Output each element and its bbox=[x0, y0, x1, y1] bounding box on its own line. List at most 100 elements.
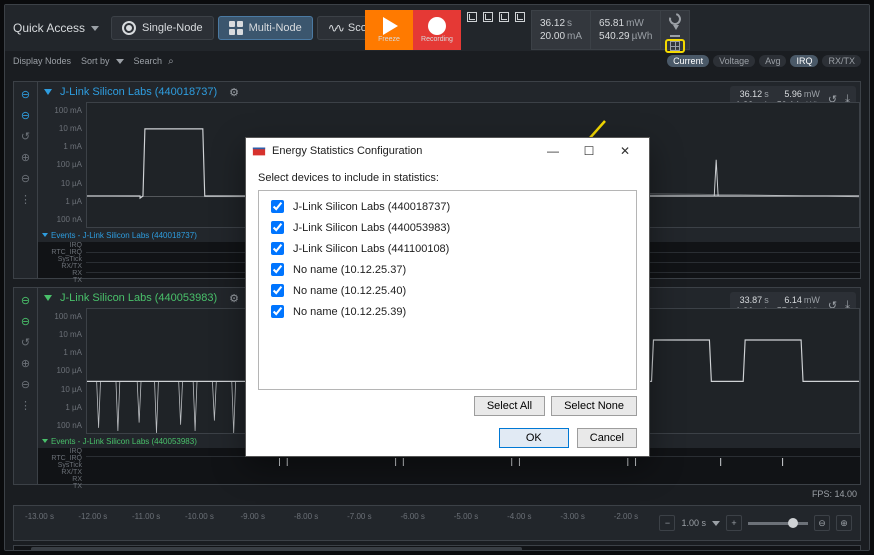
events-label-rxtx: RX/TX bbox=[38, 263, 82, 270]
fit-left-button[interactable]: ⊖ bbox=[814, 515, 830, 531]
events-label-rtc: RTC_IRQ bbox=[38, 249, 82, 256]
record-button[interactable]: Recording bbox=[413, 10, 461, 50]
mode-multi-label: Multi-Node bbox=[249, 22, 302, 34]
gear-icon[interactable]: ⚙ bbox=[229, 86, 239, 99]
y-tick-label: 1 µA bbox=[38, 197, 82, 206]
device-list-item[interactable]: No name (10.12.25.39) bbox=[267, 302, 628, 321]
transport-sub-controls bbox=[467, 12, 525, 22]
cancel-button[interactable]: Cancel bbox=[577, 428, 637, 448]
tag-rxtx[interactable]: RX/TX bbox=[822, 55, 861, 67]
zoom-slider[interactable] bbox=[748, 522, 808, 525]
panel-a-title: J-Link Silicon Labs (440018737) bbox=[60, 86, 217, 98]
mode-single-label: Single-Node bbox=[142, 22, 203, 34]
minimize-panel-icon[interactable]: ⊖ bbox=[21, 109, 30, 122]
stat-energy-value: 540.29 bbox=[599, 31, 630, 42]
device-checkbox[interactable] bbox=[271, 305, 284, 318]
device-list-item[interactable]: No name (10.12.25.37) bbox=[267, 260, 628, 279]
search-button[interactable]: Search⌕ bbox=[134, 56, 174, 67]
tag-irq[interactable]: IRQ bbox=[790, 55, 818, 67]
select-none-button[interactable]: Select None bbox=[551, 396, 637, 416]
display-nodes-button[interactable]: Display Nodes bbox=[13, 56, 71, 66]
time-tick-label: -9.00 s bbox=[241, 512, 265, 521]
download-icon[interactable] bbox=[667, 27, 683, 37]
panel-settings-icon[interactable]: ⋮ bbox=[20, 399, 31, 412]
search-icon: ⌕ bbox=[168, 56, 174, 67]
quick-access-menu[interactable]: Quick Access bbox=[13, 21, 99, 35]
tag-avg[interactable]: Avg bbox=[759, 55, 786, 67]
reset-icon[interactable] bbox=[667, 13, 683, 25]
device-name-label: No name (10.12.25.37) bbox=[293, 264, 406, 276]
tag-current[interactable]: Current bbox=[667, 55, 709, 67]
time-tick-label: -7.00 s bbox=[347, 512, 371, 521]
stat-time-unit: s bbox=[567, 18, 572, 29]
device-list-item[interactable]: J-Link Silicon Labs (441100108) bbox=[267, 239, 628, 258]
minimize-panel-icon[interactable]: ⊖ bbox=[21, 315, 30, 328]
play-freeze-button[interactable]: Freeze bbox=[365, 10, 413, 50]
reset-zoom-icon[interactable]: ↺ bbox=[21, 336, 30, 349]
fps-readout: FPS: 14.00 bbox=[812, 489, 857, 499]
dialog-titlebar[interactable]: Energy Statistics Configuration ― ☐ ✕ bbox=[246, 138, 649, 164]
panel-b-power-val: 6.14 bbox=[784, 295, 802, 305]
device-list-item[interactable]: No name (10.12.25.40) bbox=[267, 281, 628, 300]
device-name-label: No name (10.12.25.39) bbox=[293, 306, 406, 318]
select-all-button[interactable]: Select All bbox=[474, 396, 545, 416]
gear-icon[interactable]: ⚙ bbox=[229, 292, 239, 305]
zoom-out-button[interactable]: − bbox=[659, 515, 675, 531]
mode-single-node[interactable]: Single-Node bbox=[111, 16, 214, 40]
time-tick-label: -13.00 s bbox=[25, 512, 54, 521]
zoom-out-icon[interactable]: ⊖ bbox=[21, 172, 30, 185]
chevron-down-icon[interactable] bbox=[712, 521, 720, 526]
stat-current-value: 20.00 bbox=[540, 31, 565, 42]
y-tick-label: 1 mA bbox=[38, 142, 82, 151]
ok-button[interactable]: OK bbox=[499, 428, 569, 448]
global-stats-block: 36.12s 20.00mA 65.81mW 540.29µWh bbox=[531, 10, 690, 50]
device-checkbox[interactable] bbox=[271, 263, 284, 276]
time-tick-label: -11.00 s bbox=[132, 512, 160, 521]
events-label-tx: TX bbox=[38, 277, 82, 284]
horizontal-scrollbar[interactable] bbox=[13, 545, 861, 550]
y-tick-label: 100 nA bbox=[38, 421, 82, 430]
step-loop-icon[interactable] bbox=[515, 12, 525, 22]
device-list-item[interactable]: J-Link Silicon Labs (440053983) bbox=[267, 218, 628, 237]
zoom-in-button[interactable]: + bbox=[726, 515, 742, 531]
device-checkbox[interactable] bbox=[271, 284, 284, 297]
mode-multi-node[interactable]: Multi-Node bbox=[218, 16, 313, 40]
zoom-out-icon[interactable]: ⊖ bbox=[21, 378, 30, 391]
step-stop-icon[interactable] bbox=[483, 12, 493, 22]
zoom-in-icon[interactable]: ⊕ bbox=[21, 151, 30, 164]
events-label-rxtx: RX/TX bbox=[38, 469, 82, 476]
app-icon bbox=[252, 144, 266, 158]
stats-config-icon[interactable] bbox=[665, 39, 685, 53]
time-ruler-ticks[interactable]: -13.00 s-12.00 s-11.00 s-10.00 s-9.00 s-… bbox=[14, 506, 651, 540]
device-name-label: J-Link Silicon Labs (441100108) bbox=[293, 243, 449, 255]
window-close-icon[interactable]: ✕ bbox=[607, 139, 643, 163]
panel-a-y-axis: 100 mA10 mA1 mA100 µA10 µA1 µA100 nA bbox=[38, 102, 86, 228]
device-checkbox[interactable] bbox=[271, 200, 284, 213]
tag-voltage[interactable]: Voltage bbox=[713, 55, 755, 67]
scope-icon: ∿∿ bbox=[328, 21, 342, 35]
zoom-in-icon[interactable]: ⊕ bbox=[21, 357, 30, 370]
window-maximize-icon[interactable]: ☐ bbox=[571, 139, 607, 163]
sort-by-button[interactable]: Sort by bbox=[81, 56, 124, 66]
device-checkbox[interactable] bbox=[271, 242, 284, 255]
panel-a-left-controls: ⊖ ⊖ ↺ ⊕ ⊖ ⋮ bbox=[14, 82, 38, 278]
y-tick-label: 10 µA bbox=[38, 385, 82, 394]
device-checkbox[interactable] bbox=[271, 221, 284, 234]
close-panel-icon[interactable]: ⊖ bbox=[21, 294, 30, 307]
panel-a-power-val: 5.96 bbox=[784, 89, 802, 99]
step-back-icon[interactable] bbox=[467, 12, 477, 22]
close-panel-icon[interactable]: ⊖ bbox=[21, 88, 30, 101]
time-tick-label: -5.00 s bbox=[454, 512, 478, 521]
reset-zoom-icon[interactable]: ↺ bbox=[21, 130, 30, 143]
recording-label: Recording bbox=[421, 36, 453, 43]
window-minimize-icon[interactable]: ― bbox=[535, 139, 571, 163]
stat-power-value: 65.81 bbox=[599, 18, 624, 29]
device-list-item[interactable]: J-Link Silicon Labs (440018737) bbox=[267, 197, 628, 216]
time-tick-label: -6.00 s bbox=[400, 512, 424, 521]
y-tick-label: 1 µA bbox=[38, 403, 82, 412]
panel-settings-icon[interactable]: ⋮ bbox=[20, 193, 31, 206]
record-icon bbox=[428, 17, 446, 35]
energy-stats-dialog: Energy Statistics Configuration ― ☐ ✕ Se… bbox=[245, 137, 650, 457]
fit-right-button[interactable]: ⊕ bbox=[836, 515, 852, 531]
step-fwd-icon[interactable] bbox=[499, 12, 509, 22]
